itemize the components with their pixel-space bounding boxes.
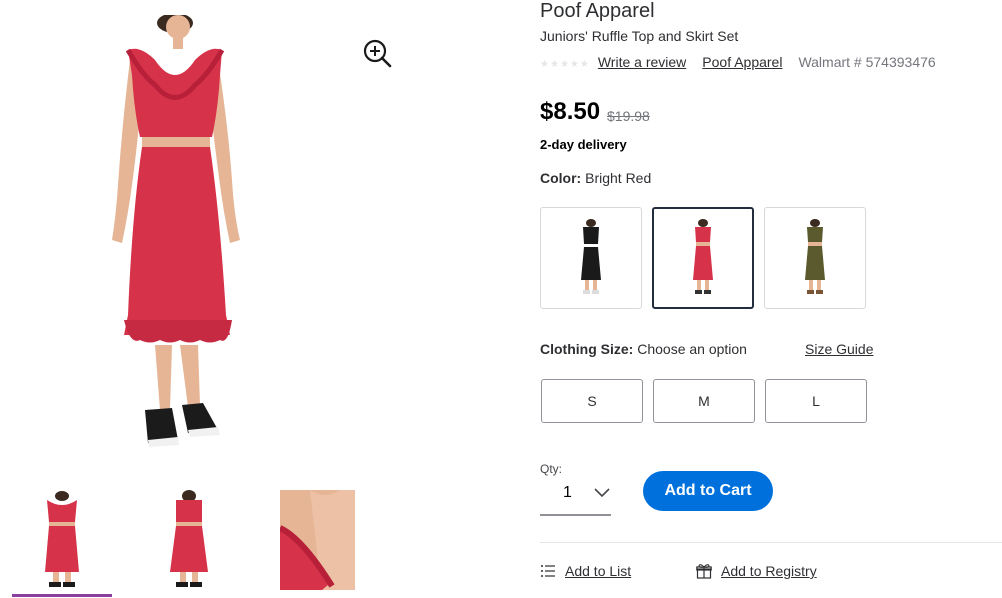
clothing-size-value: Choose an option bbox=[637, 341, 747, 357]
color-label: Color: bbox=[540, 170, 582, 186]
quantity-value: 1 bbox=[563, 484, 572, 501]
gift-icon bbox=[696, 564, 712, 579]
color-swatch-olive[interactable] bbox=[764, 207, 866, 309]
selected-thumbnail-indicator bbox=[12, 594, 112, 597]
star-icon: ★ bbox=[569, 59, 579, 70]
write-review-link[interactable]: Write a review bbox=[598, 54, 686, 70]
thumbnail-front[interactable] bbox=[25, 490, 100, 590]
swatch-image-bright-red bbox=[693, 219, 713, 294]
clothing-size-label-line: Clothing Size: Choose an option bbox=[540, 341, 747, 357]
color-label-line: Color: Bright Red bbox=[540, 170, 651, 186]
swatch-image-black bbox=[581, 219, 601, 294]
product-brand-title: Poof Apparel bbox=[540, 0, 655, 22]
color-swatch-black[interactable] bbox=[540, 207, 642, 309]
size-option-s[interactable]: S bbox=[541, 379, 643, 423]
size-option-l[interactable]: L bbox=[765, 379, 867, 423]
color-swatch-bright-red[interactable] bbox=[652, 207, 754, 309]
star-icon: ★ bbox=[549, 59, 559, 70]
add-to-registry-button[interactable]: Add to Registry bbox=[696, 563, 817, 579]
add-to-registry-label: Add to Registry bbox=[721, 563, 817, 579]
brand-link[interactable]: Poof Apparel bbox=[702, 54, 782, 70]
chevron-down-icon bbox=[594, 488, 610, 498]
star-icon: ★ bbox=[540, 59, 549, 70]
delivery-badge: 2-day delivery bbox=[540, 137, 627, 152]
list-icon bbox=[541, 565, 555, 577]
divider bbox=[540, 542, 1002, 543]
rating-row: ★★★★★ Write a review Poof Apparel Walmar… bbox=[540, 53, 936, 71]
thumbnail-detail[interactable] bbox=[280, 490, 355, 590]
quantity-select[interactable]: 1 bbox=[540, 476, 611, 516]
add-to-list-label: Add to List bbox=[565, 563, 632, 579]
size-guide-link[interactable]: Size Guide bbox=[805, 341, 873, 357]
swatch-image-olive bbox=[805, 219, 825, 294]
main-product-image[interactable] bbox=[100, 15, 250, 460]
thumbnail-back[interactable] bbox=[152, 490, 227, 590]
add-to-list-button[interactable]: Add to List bbox=[540, 563, 631, 579]
star-rating[interactable]: ★★★★★ bbox=[540, 54, 590, 70]
qty-label: Qty: bbox=[540, 462, 563, 476]
selected-color-name: Bright Red bbox=[585, 170, 652, 186]
add-to-cart-button[interactable]: Add to Cart bbox=[643, 471, 773, 511]
star-icon: ★ bbox=[579, 59, 589, 70]
clothing-size-label: Clothing Size: bbox=[540, 341, 634, 357]
item-number: Walmart # 574393476 bbox=[798, 54, 936, 70]
product-name: Juniors' Ruffle Top and Skirt Set bbox=[540, 28, 739, 44]
star-icon: ★ bbox=[559, 59, 569, 70]
was-price: $19.98 bbox=[607, 108, 650, 124]
current-price: $8.50 bbox=[540, 98, 601, 125]
size-option-m[interactable]: M bbox=[653, 379, 755, 423]
zoom-in-icon[interactable] bbox=[361, 37, 393, 69]
